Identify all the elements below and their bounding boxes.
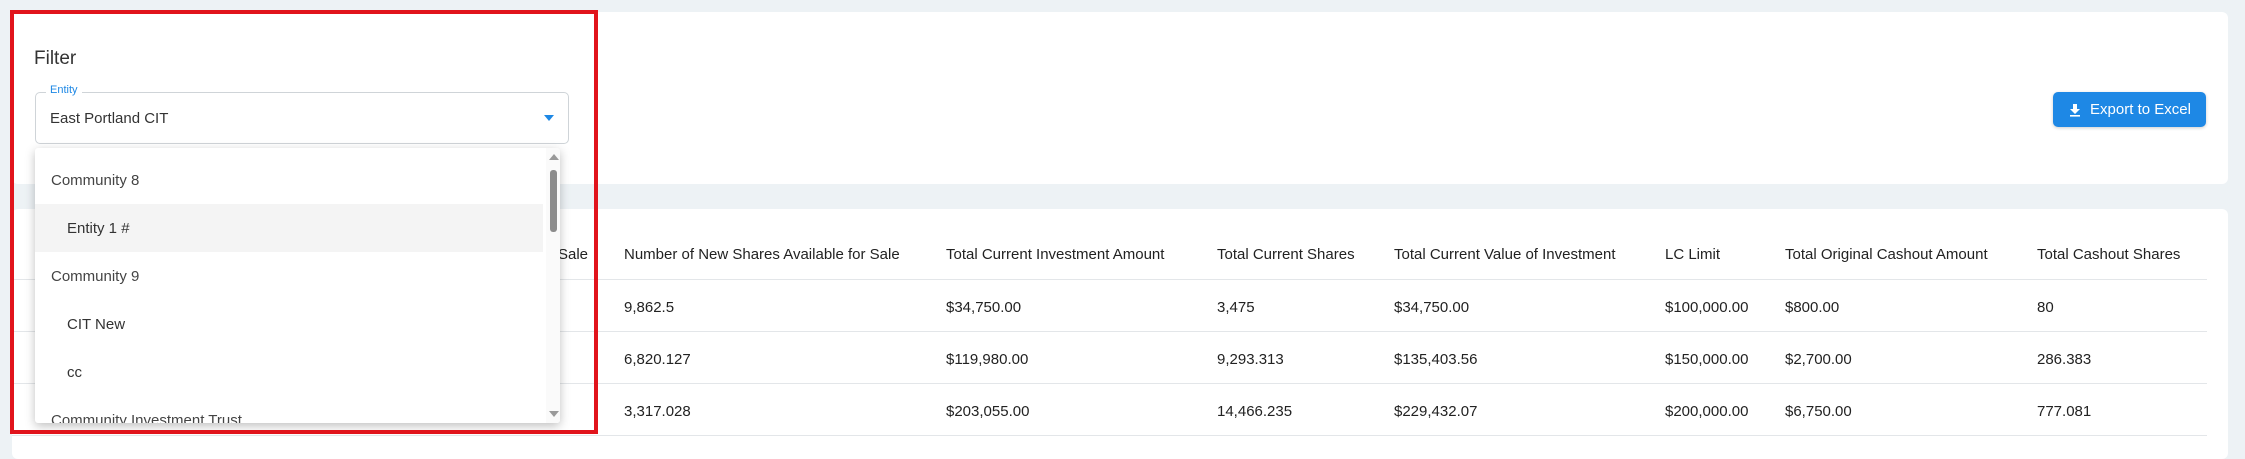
dropdown-option[interactable]: Entity 1 # — [35, 204, 543, 252]
row-divider — [12, 435, 2207, 436]
table-cell: $2,700.00 — [1785, 351, 1852, 368]
table-cell: $34,750.00 — [946, 299, 1022, 316]
column-header: Sale — [558, 246, 589, 263]
scroll-up-icon[interactable] — [549, 154, 559, 160]
table-cell: 14,466.235 — [1217, 403, 1293, 420]
table-cell: $200,000.00 — [1665, 403, 1749, 420]
table-cell: 777.081 — [2037, 403, 2092, 420]
table-cell: $135,403.56 — [1394, 351, 1478, 368]
table-cell: $6,750.00 — [1785, 403, 1852, 420]
chevron-down-icon[interactable] — [544, 115, 554, 121]
table-cell: 286.383 — [2037, 351, 2092, 368]
table-cell: 3,317.028 — [624, 403, 691, 420]
export-label: Export to Excel — [2090, 101, 2191, 118]
table-cell: 9,293.313 — [1217, 351, 1284, 368]
table-cell: $150,000.00 — [1665, 351, 1749, 368]
column-header: LC Limit — [1665, 246, 1721, 263]
dropdown-option[interactable]: cc — [35, 348, 543, 396]
download-icon — [2070, 103, 2081, 117]
dropdown-group-header: Community 8 — [51, 171, 140, 189]
column-header: Total Original Cashout Amount — [1785, 246, 1988, 263]
column-header: Total Current Investment Amount — [946, 246, 1165, 263]
table-cell: 80 — [2037, 299, 2054, 316]
column-header: Total Cashout Shares — [2037, 246, 2181, 263]
table-cell: $100,000.00 — [1665, 299, 1749, 316]
table-cell: 9,862.5 — [624, 299, 675, 316]
dropdown-group-header: Community 9 — [51, 267, 140, 285]
scroll-down-icon[interactable] — [549, 411, 559, 417]
column-header: Total Current Value of Investment — [1394, 246, 1616, 263]
entity-dropdown-list[interactable]: Community 8 Entity 1 # Community 9 CIT New c… — [35, 148, 560, 423]
table-cell: $203,055.00 — [946, 403, 1030, 420]
table-cell: $119,980.00 — [946, 351, 1029, 368]
table-cell: $34,750.00 — [1394, 299, 1470, 316]
dropdown-group-header: Community Investment Trust — [51, 411, 242, 424]
export-to-excel-button[interactable]: Export to Excel — [2053, 92, 2206, 127]
entity-value: East Portland CIT — [50, 110, 169, 127]
dropdown-scrollbar[interactable] — [546, 148, 560, 423]
dropdown-option[interactable]: CIT New — [35, 300, 543, 348]
scrollbar-thumb[interactable] — [550, 170, 557, 232]
table-cell: 3,475 — [1217, 299, 1255, 316]
column-header: Number of New Shares Available for Sale — [624, 246, 900, 263]
table-cell: $800.00 — [1785, 299, 1840, 316]
filter-title: Filter — [34, 48, 77, 69]
column-header: Total Current Shares — [1217, 246, 1355, 263]
entity-select[interactable]: Entity East Portland CIT — [35, 84, 569, 144]
table-cell: 6,820.127 — [624, 351, 691, 368]
table-cell: $229,432.07 — [1394, 403, 1478, 420]
entity-label: Entity — [46, 84, 82, 96]
